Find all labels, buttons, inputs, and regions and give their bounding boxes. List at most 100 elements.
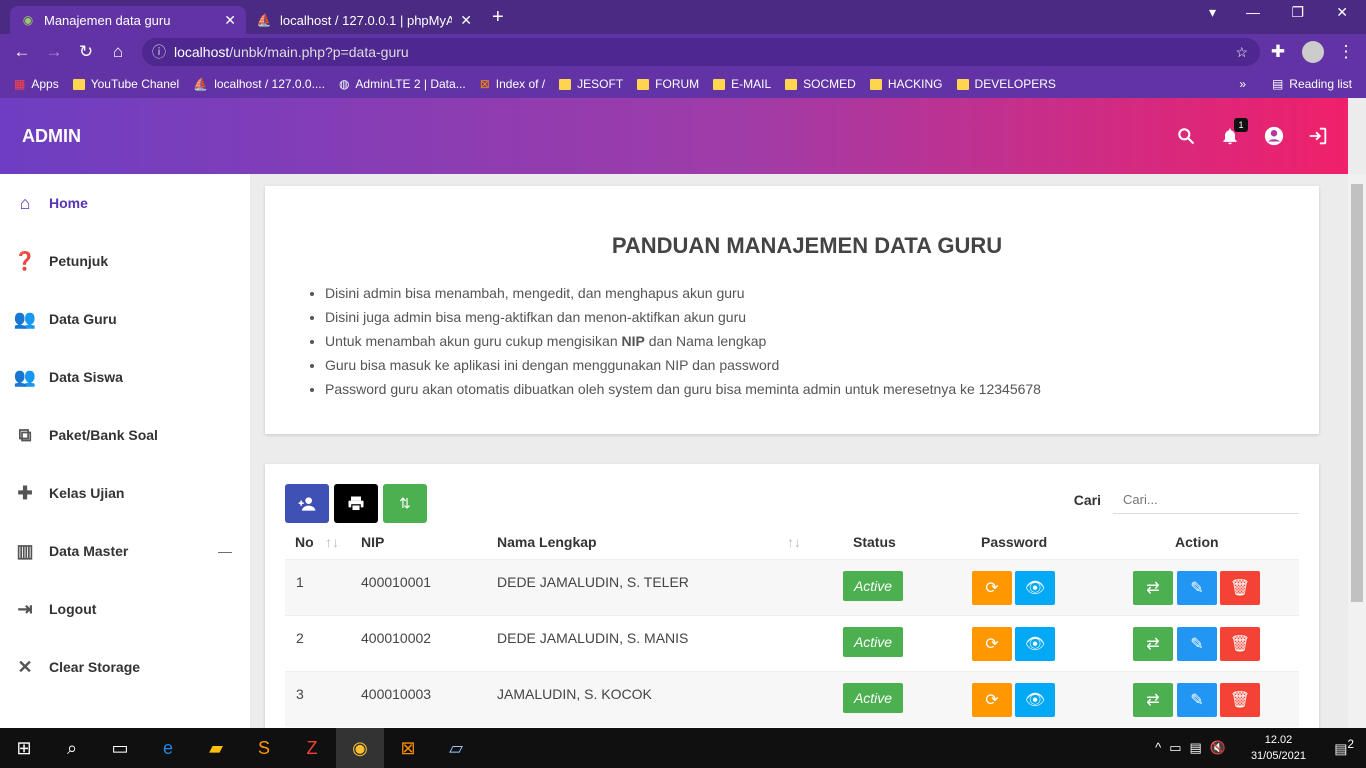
action-center-icon[interactable]: ▤2 (1334, 738, 1354, 758)
guide-list: Disini admin bisa menambah, mengedit, da… (325, 281, 1319, 401)
sort-icon[interactable]: ↑↓ (325, 534, 339, 550)
bookmark-developers[interactable]: DEVELOPERS (956, 77, 1056, 91)
sidebar-item-data-master[interactable]: ▥ Data Master — (0, 522, 250, 580)
collapse-icon[interactable]: — (218, 543, 232, 559)
bookmark-adminlte[interactable]: ◍ AdminLTE 2 | Data... (339, 77, 466, 91)
back-icon[interactable]: ← (6, 42, 38, 62)
search-taskbar-icon[interactable]: ⌕ (48, 728, 96, 768)
bookmark-socmed[interactable]: SOCMED (785, 77, 856, 91)
network-icon[interactable]: ▤ (1190, 740, 1202, 756)
bookmark-label: YouTube Chanel (90, 77, 180, 91)
print-icon (348, 496, 364, 511)
task-view-icon[interactable]: ▭ (96, 728, 144, 768)
search-input[interactable] (1113, 486, 1299, 514)
reset-password-button[interactable]: ⟳ (972, 571, 1012, 605)
view-password-button[interactable]: 👁 (1015, 627, 1055, 661)
sublime-icon[interactable]: S (240, 728, 288, 768)
status-badge[interactable]: Active (843, 571, 903, 601)
add-teacher-button[interactable] (285, 484, 329, 523)
notepad-icon[interactable]: ▱ (432, 728, 480, 768)
sidebar-item-data-siswa[interactable]: 👥 Data Siswa (0, 348, 250, 406)
sidebar-item-kelas-ujian[interactable]: ✚ Kelas Ujian (0, 464, 250, 522)
sidebar-item-petunjuk[interactable]: ❓ Petunjuk (0, 232, 250, 290)
bookmark-youtube[interactable]: YouTube Chanel (72, 77, 180, 91)
bookmark-hacking[interactable]: HACKING (869, 77, 943, 91)
bookmark-label: AdminLTE 2 | Data... (355, 77, 466, 91)
account-icon[interactable] (1262, 124, 1286, 148)
edge-icon[interactable]: e (144, 728, 192, 768)
profile-dropdown-icon[interactable]: ▾ (1209, 4, 1216, 21)
toggle-status-button[interactable]: ⇄ (1133, 683, 1173, 717)
status-badge[interactable]: Active (843, 683, 903, 713)
reset-password-button[interactable]: ⟳ (972, 683, 1012, 717)
close-tab-icon[interactable]: ✕ (460, 12, 472, 29)
view-password-button[interactable]: 👁 (1015, 683, 1055, 717)
battery-icon[interactable]: ▭ (1169, 740, 1181, 756)
new-tab-icon[interactable]: + (492, 6, 504, 29)
guide-item: Disini juga admin bisa meng-aktifkan dan… (325, 305, 1319, 329)
chrome-icon[interactable]: ◉ (336, 728, 384, 768)
url-input[interactable]: ⓘ localhost/unbk/main.php?p=data-guru ☆ (142, 38, 1260, 66)
bookmark-localhost[interactable]: ⛵ localhost / 127.0.0.... (193, 77, 325, 91)
file-explorer-icon[interactable]: ▰ (192, 728, 240, 768)
volume-mute-icon[interactable]: 🔇 (1210, 740, 1226, 756)
toggle-status-button[interactable]: ⇄ (1133, 571, 1173, 605)
forward-icon[interactable]: → (38, 42, 70, 62)
page-scrollbar[interactable] (1348, 174, 1366, 728)
close-tab-icon[interactable]: ✕ (224, 12, 236, 29)
toggle-status-button[interactable]: ⇄ (1133, 627, 1173, 661)
maximize-icon[interactable]: ❐ (1291, 4, 1304, 21)
edit-button[interactable]: ✎ (1177, 627, 1217, 661)
app-red-icon[interactable]: Z (288, 728, 336, 768)
status-badge[interactable]: Active (843, 627, 903, 657)
home-browser-icon[interactable]: ⌂ (102, 42, 134, 62)
people-icon: 👥 (13, 308, 37, 329)
bookmark-index[interactable]: ⊠ Index of / (480, 77, 545, 91)
search-icon[interactable] (1174, 124, 1198, 148)
system-tray[interactable]: ^ ▭ ▤ 🔇 (1155, 740, 1226, 756)
chevron-up-icon[interactable]: ^ (1155, 740, 1161, 756)
reset-password-button[interactable]: ⟳ (972, 627, 1012, 661)
bookmark-jesoft[interactable]: JESOFT (559, 77, 623, 91)
profile-avatar[interactable] (1302, 41, 1324, 63)
bookmark-star-icon[interactable]: ☆ (1235, 44, 1248, 61)
scrollbar-thumb[interactable] (1351, 184, 1363, 602)
table-header: No ↑↓ NIP Nama Lengkap ↑↓ Status Passwor… (285, 526, 1299, 558)
info-icon[interactable]: ⓘ (152, 42, 166, 62)
notifications-icon[interactable]: 1 (1218, 118, 1248, 148)
edit-button[interactable]: ✎ (1177, 683, 1217, 717)
view-password-button[interactable]: 👁 (1015, 571, 1055, 605)
more-bookmarks-icon[interactable]: » (1239, 77, 1246, 91)
delete-button[interactable]: 🗑 (1220, 627, 1260, 661)
guide-card: PANDUAN MANAJEMEN DATA GURU Disini admin… (265, 186, 1319, 434)
sidebar-item-clear-storage[interactable]: ✕ Clear Storage (0, 638, 250, 696)
xampp-taskbar-icon[interactable]: ⊠ (384, 728, 432, 768)
sidebar-item-home[interactable]: ⌂ Home (0, 174, 250, 232)
minimize-icon[interactable]: — (1246, 4, 1260, 20)
print-button[interactable] (334, 484, 378, 523)
sidebar-item-paket-bank-soal[interactable]: ⧉ Paket/Bank Soal (0, 406, 250, 464)
bookmark-email[interactable]: E-MAIL (713, 77, 771, 91)
col-nip[interactable]: NIP (361, 534, 384, 550)
tab-phpmyadmin[interactable]: ⛵ localhost / 127.0.0.1 | phpMyAdmin ✕ (246, 6, 482, 34)
sidebar-item-data-guru[interactable]: 👥 Data Guru (0, 290, 250, 348)
bookmark-forum[interactable]: FORUM (637, 77, 699, 91)
delete-button[interactable]: 🗑 (1220, 683, 1260, 717)
col-no[interactable]: No (295, 534, 314, 550)
windows-start-icon[interactable]: ⊞ (0, 728, 48, 768)
sort-icon[interactable]: ↑↓ (787, 534, 801, 550)
extensions-icon[interactable]: ✚ (1262, 42, 1294, 62)
import-export-button[interactable]: ⇅ (383, 484, 427, 523)
reading-list-button[interactable]: ▤ Reading list (1272, 77, 1352, 91)
bookmark-apps[interactable]: ▦ Apps (14, 77, 59, 91)
close-window-icon[interactable]: ✕ (1336, 4, 1348, 21)
menu-icon[interactable]: ⋮ (1330, 42, 1362, 62)
tab-manajemen-data-guru[interactable]: ◉ Manajemen data guru ✕ (10, 6, 246, 34)
reload-icon[interactable]: ↻ (70, 42, 102, 62)
edit-button[interactable]: ✎ (1177, 571, 1217, 605)
col-nama-lengkap[interactable]: Nama Lengkap (497, 534, 597, 550)
delete-button[interactable]: 🗑 (1220, 571, 1260, 605)
exit-icon[interactable] (1306, 124, 1330, 148)
sidebar-item-logout[interactable]: ⇥ Logout (0, 580, 250, 638)
taskbar-clock[interactable]: 12.02 31/05/2021 (1251, 732, 1306, 764)
